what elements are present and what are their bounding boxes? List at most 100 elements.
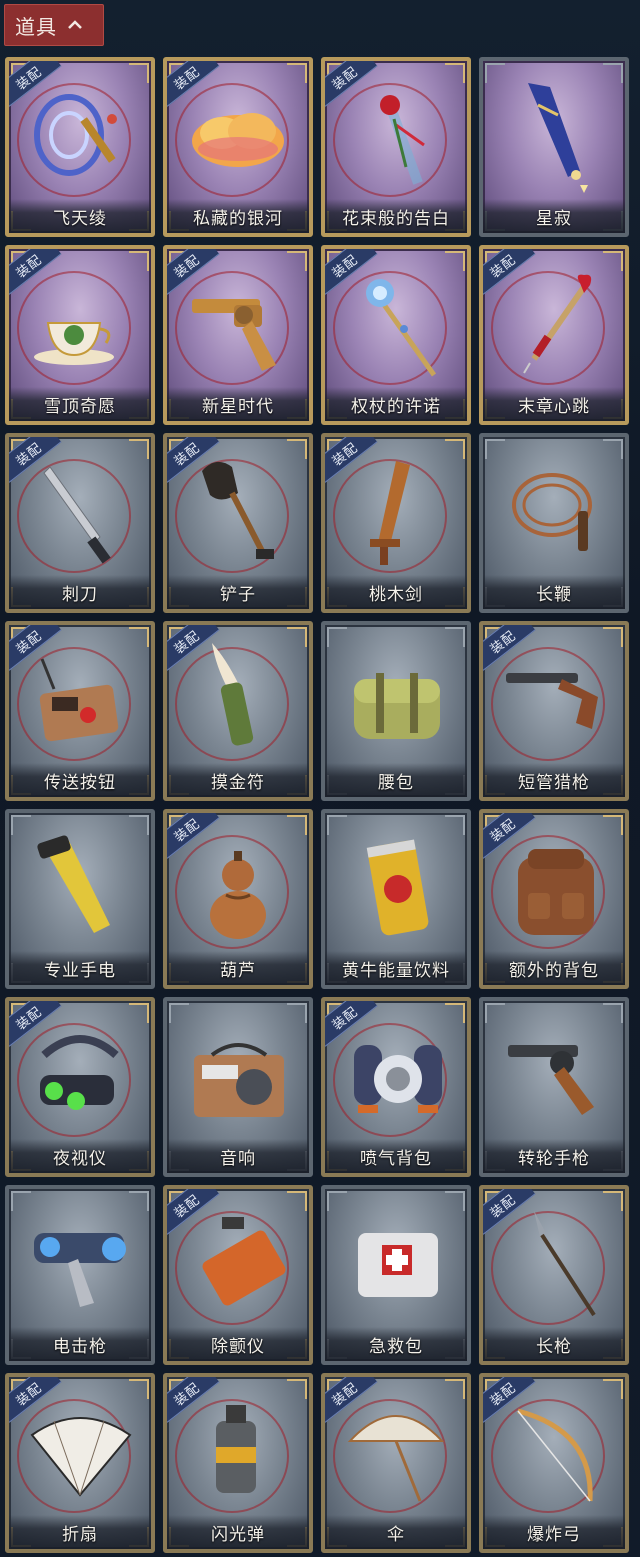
backpack-icon [518,849,594,935]
wooden-sword-icon [370,461,410,565]
item-card[interactable]: 装配 雪顶奇愿 [5,245,155,425]
teleport-button-icon [39,658,119,742]
item-card[interactable]: 装配 除颤仪 [163,1185,313,1365]
item-name-bar: 葫芦 [167,951,309,985]
item-card[interactable]: 电击枪 [5,1185,155,1365]
item-name: 伞 [387,1524,405,1545]
item-name-bar: 黄牛能量饮料 [325,951,467,985]
item-card[interactable]: 装配 传送按钮 [5,621,155,801]
item-name-bar: 星寂 [483,199,625,233]
item-card[interactable]: 装配 末章心跳 [479,245,629,425]
item-name: 急救包 [369,1336,423,1357]
item-name: 葫芦 [220,960,256,981]
item-name: 喷气背包 [360,1148,432,1169]
item-card[interactable]: 装配 飞天绫 [5,57,155,237]
item-card[interactable]: 装配伞 [321,1373,471,1553]
item-name: 爆炸弓 [527,1524,581,1545]
chevron-up-icon [67,17,83,33]
inventory-page: 道具 装配 飞天绫 装配 私藏的银河 装配 花束般的告白星寂装配 雪顶奇愿 装配 新星时代 装配权… [0,0,640,1557]
item-card[interactable]: 专业手电 [5,809,155,989]
star-scepter-icon [528,83,588,193]
crystal-scepter-icon [366,279,437,377]
item-name-bar: 折扇 [9,1515,151,1549]
item-card[interactable]: 腰包 [321,621,471,801]
night-vision-icon [40,1035,119,1110]
item-card[interactable]: 装配 爆炸弓 [479,1373,629,1553]
item-card[interactable]: 装配 折扇 [5,1373,155,1553]
bayonet-icon [43,466,111,564]
item-name: 摸金符 [211,772,265,793]
item-card[interactable]: 音响 [163,997,313,1177]
item-card[interactable]: 装配 新星时代 [163,245,313,425]
bow-icon [517,1408,593,1502]
item-name: 夜视仪 [53,1148,107,1169]
item-name: 末章心跳 [518,396,590,417]
item-name: 专业手电 [44,960,116,981]
item-card[interactable]: 装配 闪光弹 [163,1373,313,1553]
props-category-tab[interactable]: 道具 [4,4,104,46]
item-name-bar: 长枪 [483,1327,625,1361]
item-name: 刺刀 [62,584,98,605]
item-card[interactable]: 装配 夜视仪 [5,997,155,1177]
item-name-bar: 桃木剑 [325,575,467,609]
item-card[interactable]: 星寂 [479,57,629,237]
item-name: 飞天绫 [53,208,107,229]
ribbon-icon [34,94,117,176]
item-card[interactable]: 装配 长枪 [479,1185,629,1365]
item-name-bar: 末章心跳 [483,387,625,421]
item-name-bar: 花束般的告白 [325,199,467,233]
item-card[interactable]: 转轮手枪 [479,997,629,1177]
item-name: 新星时代 [202,396,274,417]
item-name-bar: 音响 [167,1139,309,1173]
item-grid: 装配 飞天绫 装配 私藏的银河 装配 花束般的告白星寂装配 雪顶奇愿 装配 新星时代 装配 权杖的许… [5,57,629,1553]
item-name-bar: 闪光弹 [167,1515,309,1549]
item-card[interactable]: 长鞭 [479,433,629,613]
item-card[interactable]: 装配 额外的背包 [479,809,629,989]
item-name: 桃木剑 [369,584,423,605]
talisman-tooth-icon [212,643,254,746]
item-name: 传送按钮 [44,772,116,793]
item-name-bar: 伞 [325,1515,467,1549]
item-name: 长枪 [536,1336,572,1357]
heart-syringe-icon [523,274,592,374]
item-name-bar: 额外的背包 [483,951,625,985]
item-name-bar: 刺刀 [9,575,151,609]
item-name: 长鞭 [536,584,572,605]
item-card[interactable]: 装配 摸金符 [163,621,313,801]
flashlight-icon [37,835,110,933]
item-name: 除颤仪 [211,1336,265,1357]
item-name: 黄牛能量饮料 [342,960,450,981]
item-name: 花束般的告白 [342,208,450,229]
item-name-bar: 摸金符 [167,763,309,797]
item-name: 音响 [220,1148,256,1169]
item-card[interactable]: 装配 权杖的许诺 [321,245,471,425]
defibrillator-icon [202,1217,286,1306]
golden-revolver-icon [192,299,276,371]
item-card[interactable]: 装配 葫芦 [163,809,313,989]
item-card[interactable]: 装配 私藏的银河 [163,57,313,237]
item-card[interactable]: 装配 刺刀 [5,433,155,613]
item-name: 星寂 [536,208,572,229]
item-name-bar: 飞天绫 [9,199,151,233]
item-name-bar: 铲子 [167,575,309,609]
item-name-bar: 长鞭 [483,575,625,609]
whip-icon [512,473,592,551]
radio-icon [194,1043,284,1117]
waist-bag-icon [354,673,440,739]
gourd-icon [210,851,266,939]
item-card[interactable]: 黄牛能量饮料 [321,809,471,989]
item-name: 腰包 [378,772,414,793]
item-name-bar: 权杖的许诺 [325,387,467,421]
item-card[interactable]: 装配 铲子 [163,433,313,613]
item-card[interactable]: 装配 花束般的告白 [321,57,471,237]
item-name-bar: 私藏的银河 [167,199,309,233]
folding-fan-icon [30,1417,132,1497]
item-card[interactable]: 装配 短管猎枪 [479,621,629,801]
item-name: 转轮手枪 [518,1148,590,1169]
item-name-bar: 短管猎枪 [483,763,625,797]
item-name-bar: 急救包 [325,1327,467,1361]
item-name: 私藏的银河 [193,208,283,229]
item-card[interactable]: 装配 桃木剑 [321,433,471,613]
item-card[interactable]: 装配 喷气背包 [321,997,471,1177]
item-card[interactable]: 急救包 [321,1185,471,1365]
